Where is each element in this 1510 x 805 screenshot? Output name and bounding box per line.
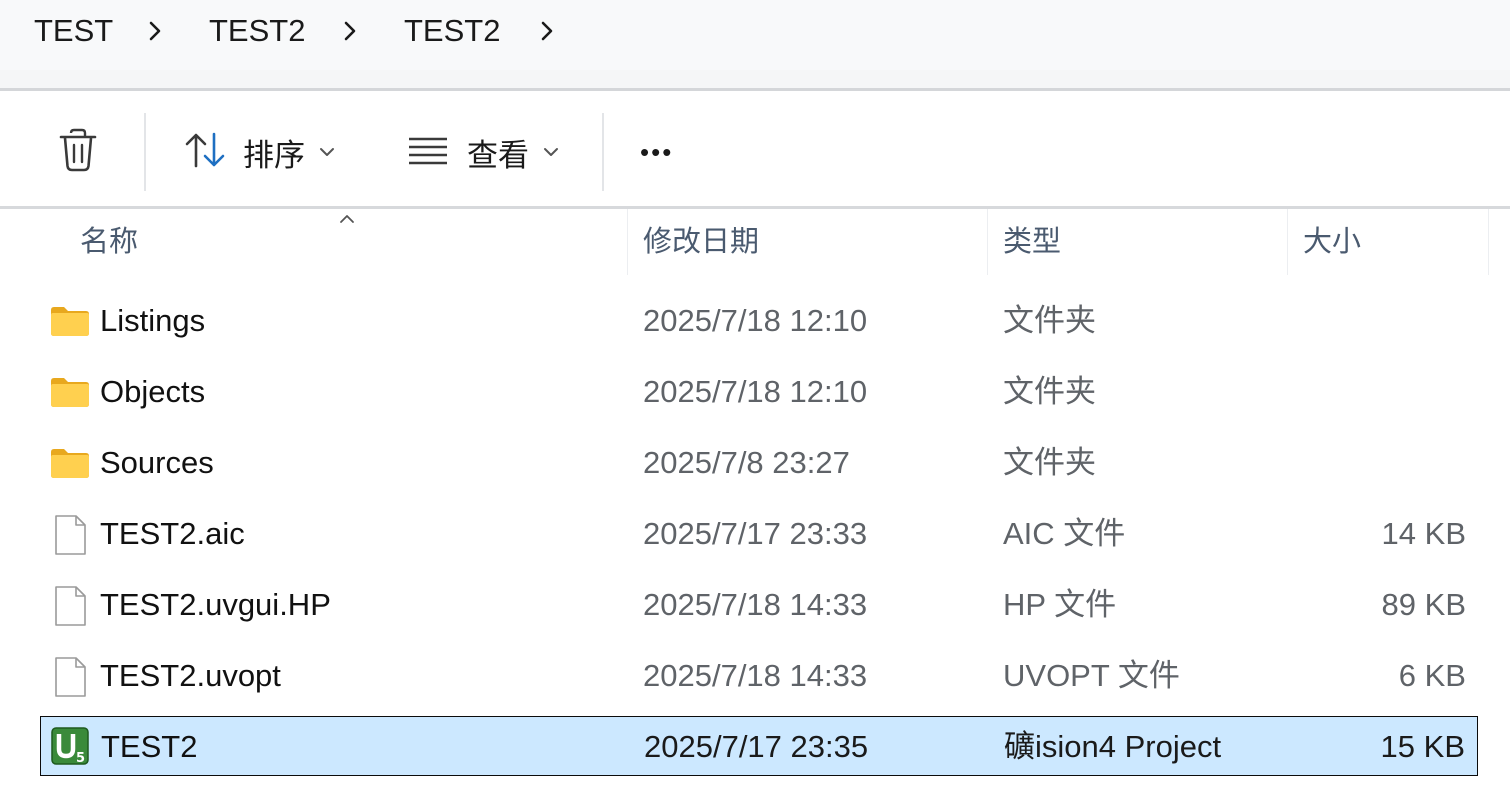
list-item[interactable]: Listings 2025/7/18 12:10 文件夹 [40,291,1478,351]
breadcrumb-item-test2-current[interactable]: TEST2 [404,8,500,54]
list-item[interactable]: TEST2.uvopt 2025/7/18 14:33 UVOPT 文件 6 K… [40,646,1478,706]
file-type: 文件夹 [1003,445,1096,480]
file-date-modified: 2025/7/8 23:27 [643,445,850,480]
column-header-date-modified[interactable]: 修改日期 [643,209,759,275]
view-list-icon [407,134,449,171]
toolbar-separator [602,113,604,191]
breadcrumb-item-test2[interactable]: TEST2 [209,8,305,54]
file-name: TEST2.aic [100,516,245,551]
file-type: 文件夹 [1003,374,1096,409]
file-name: Objects [100,374,206,409]
file-icon [50,657,90,697]
file-date-modified: 2025/7/17 23:35 [644,729,869,764]
file-name: Listings [100,303,206,338]
column-header-row: 名称 修改日期 类型 大小 [0,209,1510,275]
list-item[interactable]: Sources 2025/7/8 23:27 文件夹 [40,433,1478,493]
trash-icon [56,127,100,178]
more-options-button[interactable]: ••• [640,122,673,182]
more-icon: ••• [640,136,674,167]
sort-ascending-icon [338,212,356,230]
column-resize-handle[interactable] [1488,209,1489,275]
address-bar-gap [0,70,1510,90]
chevron-down-icon [543,146,559,158]
file-type: 礦ision4 Project [1004,729,1222,764]
file-size: 6 KB [1398,658,1466,693]
chevron-right-icon[interactable] [538,16,558,46]
list-item[interactable]: Objects 2025/7/18 12:10 文件夹 [40,362,1478,422]
breadcrumb: TEST TEST2 TEST2 [0,0,1510,70]
file-size: 14 KB [1381,516,1466,551]
column-resize-handle[interactable] [627,209,628,275]
file-type: 文件夹 [1003,303,1096,338]
file-date-modified: 2025/7/18 12:10 [643,303,868,338]
file-name: Sources [100,445,214,480]
svg-text:5: 5 [76,751,85,765]
file-date-modified: 2025/7/18 12:10 [643,374,868,409]
file-size: 15 KB [1380,729,1465,764]
file-name: TEST2.uvopt [100,658,281,693]
toolbar-separator [144,113,146,191]
uvision-project-icon: 5 [51,727,91,766]
column-header-name[interactable]: 名称 [80,209,138,275]
sort-button[interactable]: 排序 [183,122,335,182]
file-size: 89 KB [1381,587,1466,622]
column-header-type[interactable]: 类型 [1003,209,1061,275]
sort-arrows-icon [183,130,229,175]
file-date-modified: 2025/7/17 23:33 [643,516,868,551]
command-bar: 排序 查看 ••• [0,91,1510,206]
folder-icon [50,373,90,411]
file-type: HP 文件 [1003,587,1117,622]
chevron-right-icon[interactable] [146,16,166,46]
chevron-down-icon [319,146,335,158]
file-icon [50,515,90,555]
folder-icon [50,302,90,340]
column-resize-handle[interactable] [987,209,988,275]
column-resize-handle[interactable] [1287,209,1288,275]
breadcrumb-item-test[interactable]: TEST [34,8,113,54]
file-name: TEST2 [101,729,198,764]
list-item[interactable]: TEST2.aic 2025/7/17 23:33 AIC 文件 14 KB [40,504,1478,564]
file-type: UVOPT 文件 [1003,658,1180,693]
folder-icon [50,444,90,482]
file-date-modified: 2025/7/18 14:33 [643,658,868,693]
list-item-selected[interactable]: 5 TEST2 2025/7/17 23:35 礦ision4 Project … [40,716,1478,776]
list-item[interactable]: TEST2.uvgui.HP 2025/7/18 14:33 HP 文件 89 … [40,575,1478,635]
view-label: 查看 [467,137,529,173]
file-date-modified: 2025/7/18 14:33 [643,587,868,622]
file-name: TEST2.uvgui.HP [100,587,331,622]
file-icon [50,586,90,626]
file-explorer-window: TEST TEST2 TEST2 排序 查看 ••• 名称 修改日期 类型 大小… [0,0,1510,805]
file-type: AIC 文件 [1003,516,1126,551]
view-button[interactable]: 查看 [407,122,559,182]
delete-button[interactable] [56,122,100,182]
sort-label: 排序 [243,137,305,173]
column-header-size[interactable]: 大小 [1303,209,1361,275]
chevron-right-icon[interactable] [341,16,361,46]
